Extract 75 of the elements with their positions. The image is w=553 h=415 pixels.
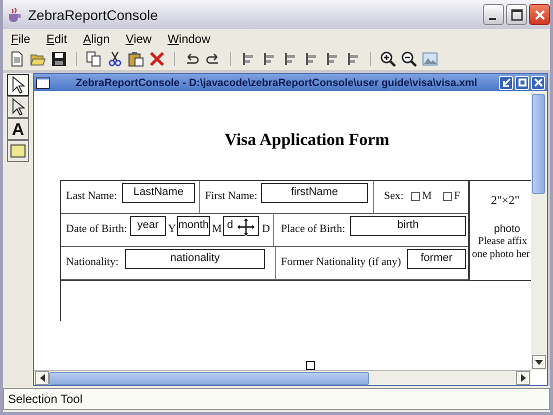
field-label: D [262, 223, 270, 235]
left-arrow-icon [40, 374, 44, 382]
coffee-cup-icon [6, 6, 22, 22]
iconify-button[interactable] [499, 76, 513, 90]
resize-handle[interactable] [306, 361, 315, 370]
move-cursor-icon [235, 217, 257, 237]
text-field[interactable]: LastName [122, 183, 195, 203]
field-label: Place of Birth: [281, 223, 346, 235]
image-icon[interactable] [422, 51, 438, 67]
form-title: Visa Application Form [224, 130, 390, 150]
menu-item[interactable]: Align [83, 32, 110, 46]
menu-item[interactable]: File [11, 32, 30, 46]
field-label: Former Nationality (if any) [281, 256, 402, 268]
arrow-icon [502, 78, 510, 87]
window-icon [36, 76, 50, 88]
align-top-icon[interactable] [303, 51, 319, 67]
text-field[interactable]: firstName [261, 183, 368, 203]
maximize-button[interactable] [506, 4, 527, 25]
paste-icon[interactable] [128, 51, 144, 67]
text-field[interactable]: former [407, 249, 466, 269]
scroll-left-button[interactable] [35, 371, 49, 385]
copy-icon[interactable] [86, 51, 102, 67]
photo-note: photo [494, 223, 520, 235]
minimize-icon [488, 18, 496, 20]
maximize-icon [518, 78, 526, 87]
down-arrow-icon [535, 360, 543, 364]
text-tool[interactable]: A [7, 118, 29, 140]
text-field[interactable]: nationality [125, 249, 265, 269]
field-label: Nationality: [66, 256, 119, 268]
scrollbar-thumb[interactable] [532, 94, 545, 194]
delete-icon[interactable] [149, 51, 165, 67]
field-label: Sex: [384, 190, 404, 202]
checkbox-label: M [422, 190, 432, 202]
photo-note: one photo her [472, 248, 530, 261]
text-field[interactable]: month [177, 216, 210, 236]
align-bottom-icon[interactable] [345, 51, 361, 67]
zoom-in-icon[interactable] [380, 51, 396, 67]
rectangle-tool[interactable] [7, 140, 29, 162]
menu-item[interactable]: Window [168, 32, 210, 46]
status-bar: Selection Tool [3, 388, 550, 410]
maximize-icon [510, 8, 522, 20]
align-left-icon[interactable] [240, 51, 256, 67]
align-right-icon[interactable] [282, 51, 298, 67]
window-title: ZebraReportConsole [28, 6, 159, 22]
close-icon [534, 78, 542, 87]
new-file-icon[interactable] [9, 51, 25, 67]
field-label: M [212, 223, 222, 235]
checkbox[interactable] [411, 192, 420, 200]
close-icon [534, 8, 546, 20]
scroll-down-button[interactable] [532, 355, 546, 369]
minimize-button[interactable] [483, 4, 504, 25]
document-title: ZebraReportConsole - D:\javacode\zebraReportConsole\user guide\visa\visa.xml [74, 76, 478, 88]
zoom-out-icon[interactable] [401, 51, 417, 67]
right-arrow-icon [520, 374, 526, 382]
pointer-tool[interactable] [7, 74, 29, 96]
align-middle-icon[interactable] [324, 51, 340, 67]
pointer-tool[interactable] [7, 96, 29, 118]
photo-note: Please affix [478, 235, 528, 248]
scissors-icon[interactable] [107, 51, 123, 67]
field-label: Last Name: [66, 190, 118, 202]
scrollbar-thumb[interactable] [49, 372, 369, 384]
checkbox-label: F [454, 190, 460, 202]
checkbox[interactable] [443, 192, 452, 200]
field-label: First Name: [205, 190, 258, 202]
close-button[interactable] [529, 4, 550, 25]
menu-item[interactable]: View [126, 32, 152, 46]
photo-size: 2"×2" [491, 193, 520, 208]
text-field[interactable]: year [130, 216, 166, 236]
field-label: Date of Birth: [66, 223, 128, 235]
text-field[interactable]: birth [350, 216, 466, 236]
scroll-right-button[interactable] [516, 371, 530, 385]
field-label: Y [168, 223, 176, 235]
menu-item[interactable]: Edit [46, 32, 68, 46]
align-center-icon[interactable] [261, 51, 277, 67]
save-icon[interactable] [51, 51, 67, 67]
